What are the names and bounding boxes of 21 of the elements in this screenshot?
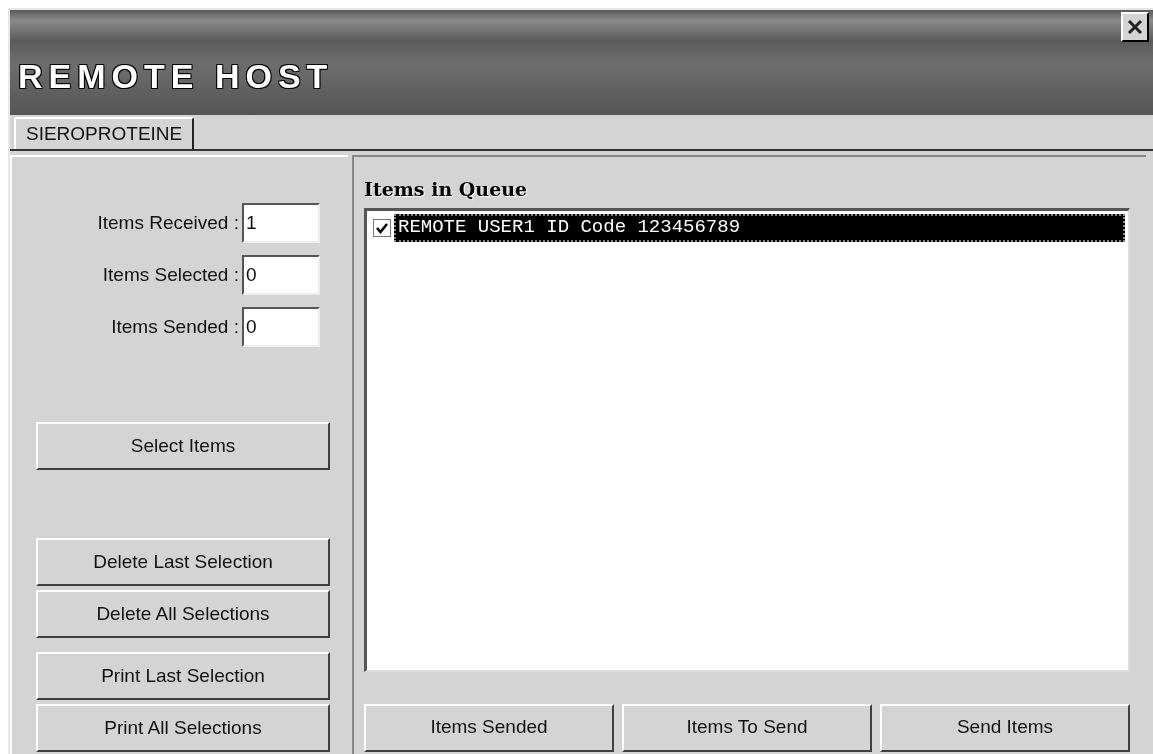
close-icon: [1126, 18, 1144, 36]
action-button[interactable]: Print Last Selection: [36, 652, 330, 700]
tab[interactable]: SIEROPROTEINE: [14, 117, 195, 149]
action-button[interactable]: Select Items: [36, 422, 330, 470]
queue-heading: Items in Queue: [364, 177, 528, 202]
field-label: Items Received :: [97, 210, 239, 235]
action-button[interactable]: Send Items: [880, 703, 1130, 752]
action-button[interactable]: Items To Send: [622, 703, 872, 752]
action-button[interactable]: Print All Selections: [36, 704, 330, 752]
checkbox[interactable]: [373, 218, 391, 237]
field-label: Items Sended :: [111, 314, 239, 339]
window-title: REMOTE HOST: [17, 56, 334, 96]
list-item[interactable]: REMOTE USER1 ID Code 123456789: [394, 213, 1125, 242]
input-field[interactable]: 1: [242, 203, 320, 243]
action-button[interactable]: Delete Last Selection: [36, 538, 330, 586]
action-button[interactable]: Items Sended: [364, 703, 614, 752]
close-button[interactable]: [1121, 12, 1149, 42]
action-button[interactable]: Delete All Selections: [36, 590, 330, 638]
field-label: Items Selected :: [102, 262, 239, 287]
input-field[interactable]: 0: [242, 307, 320, 347]
input-field[interactable]: 0: [242, 255, 320, 295]
